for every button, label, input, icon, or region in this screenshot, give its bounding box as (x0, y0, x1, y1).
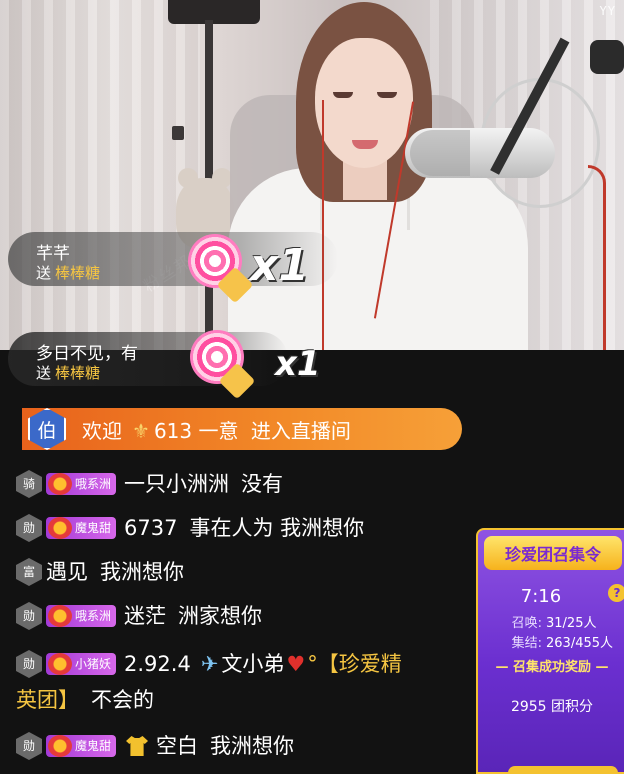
heart-icon (48, 517, 72, 539)
gift-sender[interactable]: 多日不见，有 (36, 339, 138, 364)
fleur-icon: ⚜ (132, 418, 150, 443)
level-badge: 骑 (16, 470, 42, 498)
fan-badge-label: 魔鬼甜 (75, 739, 112, 753)
summon-label: 召唤: (511, 616, 542, 631)
rally-action-bar[interactable] (508, 766, 618, 772)
streamer-eye (377, 92, 397, 98)
gift-line: 送棒棒糖 (36, 262, 100, 283)
gift-action: 送 (36, 364, 52, 382)
heart-icon (48, 605, 72, 627)
welcome-suffix: 进入直播间 (250, 418, 351, 443)
chat-message: 勋 哦系洲 迷茫 洲家想你 (16, 602, 476, 630)
airplane-icon: ✈ (200, 652, 219, 676)
microphone-grille (410, 130, 470, 176)
gift-name: 棒棒糖 (55, 364, 101, 382)
live-video[interactable]: YY 粉丝邦 (0, 0, 624, 350)
chat-text: 事在人为 我洲想你 (189, 516, 365, 540)
chat-username[interactable]: 一只小洲洲 (124, 470, 229, 498)
chat-text: °【珍爱精 (307, 652, 402, 676)
heart-emoji-icon: ♥ (286, 652, 306, 676)
chat-text: 我洲想你 (210, 734, 295, 758)
curtain (0, 0, 200, 350)
shirt-icon (126, 736, 149, 756)
rally-summon: 召唤: 31/25人 (482, 612, 624, 631)
fan-badge-label: 魔鬼甜 (75, 521, 112, 535)
chat-username[interactable]: 迷茫 (124, 602, 166, 630)
level-badge: 勋 (16, 732, 42, 760)
chat-username[interactable]: 2.92.4 (124, 650, 191, 678)
rally-points: 2955 团积分 (510, 699, 594, 715)
gather-label: 集结: (511, 636, 542, 651)
mic-clamp (590, 40, 624, 74)
chat-message: 骑 哦系洲 一只小洲洲 没有 (16, 470, 476, 498)
welcome-user[interactable]: 613 一意 (154, 419, 239, 443)
level-badge: 富 (16, 558, 42, 586)
mic-cable (588, 165, 606, 350)
fan-badge-label: 哦系洲 (75, 477, 112, 491)
chat-text: 文小弟 (221, 652, 285, 676)
level-badge: 勋 (16, 514, 42, 542)
help-icon[interactable]: ? (608, 584, 624, 602)
chat-message: 富 遇见 我洲想你 (16, 558, 476, 586)
welcome-prefix: 欢迎 (82, 418, 122, 443)
noble-rank-badge: 伯 (28, 408, 66, 450)
summon-value: 31/25人 (546, 616, 597, 631)
chat-message: 勋 小猪妖 2.92.4 ✈ 文小弟 ♥ °【珍爱精 英团】 不会的 (16, 650, 476, 714)
gift-count: x1 (275, 344, 321, 384)
heart-icon (48, 653, 72, 675)
level-badge: 勋 (16, 650, 42, 678)
chat-message: 勋 魔鬼甜 6737 事在人为 我洲想你 (16, 514, 476, 542)
fan-badge: 魔鬼甜 (46, 517, 117, 539)
lamp (168, 0, 260, 24)
chat-text: 不会的 (91, 688, 154, 712)
level-badge: 勋 (16, 602, 42, 630)
fan-badge-label: 哦系洲 (75, 609, 112, 623)
rally-reward: — 召集成功奖励 — (495, 660, 609, 675)
heart-icon (48, 735, 72, 757)
fan-badge: 魔鬼甜 (46, 735, 117, 757)
gift-name: 棒棒糖 (55, 264, 101, 282)
rally-timer: 7:16 (520, 586, 562, 607)
rally-gather: 集结: 263/455人 (482, 632, 624, 651)
welcome-text: 欢迎 ⚜ 613 一意 进入直播间 (82, 415, 351, 444)
rally-title: 珍爱团召集令 (484, 536, 622, 570)
fan-badge: 哦系洲 (46, 473, 117, 495)
chat-username[interactable]: 6737 (124, 514, 177, 542)
chat-text: 我洲想你 (100, 560, 184, 584)
chat-username[interactable]: 遇见 (46, 558, 88, 586)
gift-sender[interactable]: 芊芊 (36, 239, 70, 264)
fan-badge: 哦系洲 (46, 605, 117, 627)
fan-badge-label: 小猪妖 (75, 657, 112, 671)
heart-icon (48, 473, 72, 495)
earphone-cable (322, 100, 324, 350)
gift-line: 送棒棒糖 (36, 362, 100, 383)
gift-count: x1 (250, 240, 309, 291)
streamer-eye (333, 92, 353, 98)
chat-text: 洲家想你 (178, 604, 263, 628)
chat-username[interactable]: 空白 (156, 732, 198, 760)
gather-value: 263/455人 (546, 636, 614, 651)
chat-text: 英团】 (16, 688, 79, 712)
fan-badge: 小猪妖 (46, 653, 117, 675)
chat-message: 勋 魔鬼甜 空白 我洲想你 (16, 732, 476, 760)
chat-text: 没有 (241, 472, 284, 496)
wall-outlet (172, 126, 184, 140)
gift-action: 送 (36, 264, 52, 282)
welcome-banner: 伯 欢迎 ⚜ 613 一意 进入直播间 (22, 408, 462, 450)
rally-panel[interactable]: 珍爱团召集令 7:16 ? 召唤: 31/25人 集结: 263/455人 — … (476, 528, 624, 774)
yy-logo: YY (599, 4, 616, 18)
